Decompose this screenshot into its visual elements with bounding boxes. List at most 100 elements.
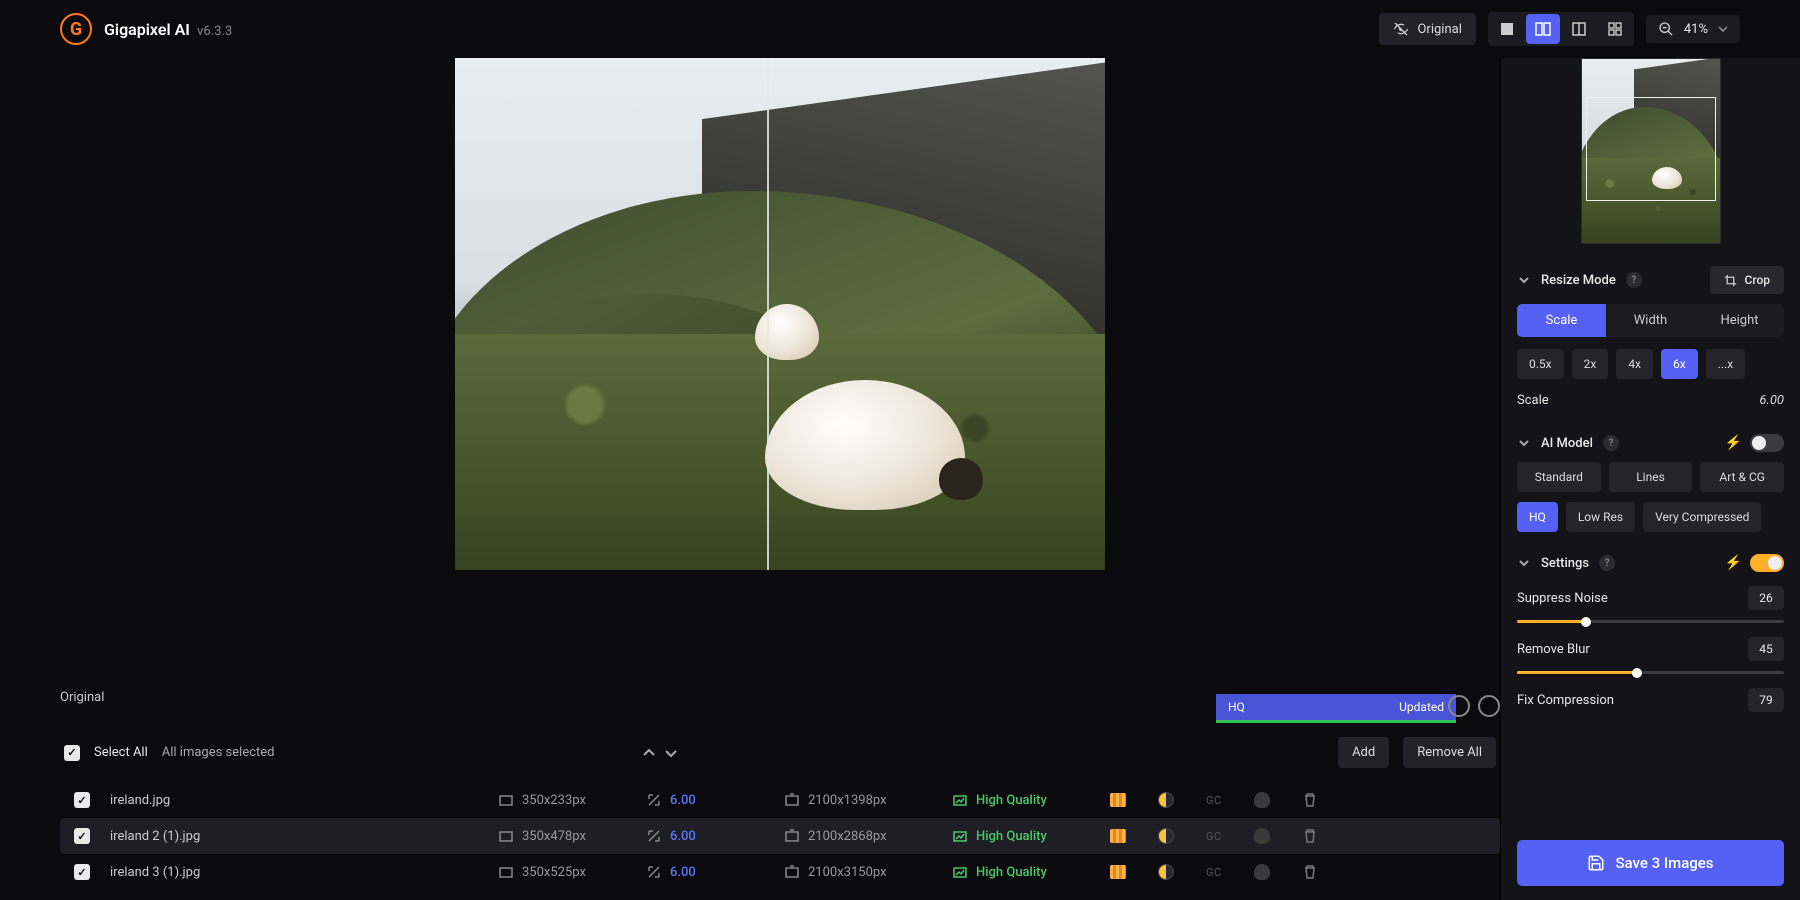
save-icon	[1587, 854, 1605, 872]
feedback-good-icon[interactable]	[1448, 695, 1470, 717]
dimensions-in-icon	[498, 864, 514, 880]
tab-height[interactable]: Height	[1695, 304, 1784, 337]
dimensions-out-icon	[784, 828, 800, 844]
ai-model-label: AI Model	[1541, 436, 1593, 451]
auto-bolt-icon: ⚡	[1725, 435, 1742, 451]
status-model-label: HQ	[1228, 700, 1245, 714]
row-checkbox[interactable]: ✓	[74, 864, 90, 880]
ai-model-section-header[interactable]: AI Model ? ⚡	[1517, 422, 1784, 462]
scale-4x[interactable]: 4x	[1616, 349, 1653, 379]
face-badge-icon	[1254, 864, 1270, 880]
row-checkbox[interactable]: ✓	[74, 792, 90, 808]
model-hq[interactable]: HQ	[1517, 502, 1558, 532]
preview-status-strip: HQ Updated	[1216, 694, 1456, 723]
resize-mode-section-header[interactable]: Resize Mode ? Crop	[1517, 254, 1784, 304]
scale-icon	[646, 828, 662, 844]
move-up-icon[interactable]	[640, 744, 658, 762]
scale-icon	[646, 864, 662, 880]
settings-section-header[interactable]: Settings ? ⚡	[1517, 542, 1784, 582]
quality-icon	[952, 864, 968, 880]
face-badge-icon	[1254, 828, 1270, 844]
scale-presets: 0.5x 2x 4x 6x ...x	[1517, 349, 1784, 379]
zoom-control[interactable]: 41%	[1646, 15, 1740, 43]
view-side-button[interactable]	[1562, 14, 1596, 44]
navigator-viewport-box[interactable]	[1586, 97, 1716, 201]
file-row[interactable]: ✓ ireland 3 (1).jpg 350x525px 6.00 2100x…	[60, 854, 1500, 890]
view-grid-button[interactable]	[1598, 14, 1632, 44]
model-very-compressed[interactable]: Very Compressed	[1643, 502, 1761, 532]
selection-status: All images selected	[162, 745, 275, 760]
scale-2x[interactable]: 2x	[1572, 349, 1609, 379]
help-icon[interactable]: ?	[1599, 555, 1615, 571]
select-all-checkbox[interactable]: ✓	[64, 745, 80, 761]
crop-icon	[1724, 274, 1737, 287]
chevron-down-icon	[1718, 24, 1728, 34]
zoom-out-icon	[1658, 21, 1674, 37]
ai-model-chips-row2: HQ Low Res Very Compressed	[1517, 502, 1784, 532]
resize-mode-tabs: Scale Width Height	[1517, 304, 1784, 337]
scale-0-5x[interactable]: 0.5x	[1517, 349, 1564, 379]
gc-label: GC	[1206, 866, 1246, 879]
model-standard[interactable]: Standard	[1517, 462, 1601, 492]
remove-blur-label: Remove Blur	[1517, 642, 1590, 657]
suppress-noise-label: Suppress Noise	[1517, 591, 1608, 606]
view-single-button[interactable]	[1490, 14, 1524, 44]
fix-compression-row: Fix Compression 79	[1517, 684, 1784, 732]
auto-bolt-icon: ⚡	[1725, 555, 1742, 571]
original-toggle-button[interactable]: Original	[1379, 13, 1475, 45]
delete-row-icon[interactable]	[1302, 864, 1318, 880]
view-split-button[interactable]	[1526, 14, 1560, 44]
resize-mode-label: Resize Mode	[1541, 273, 1616, 288]
row-checkbox[interactable]: ✓	[74, 828, 90, 844]
dimensions-out-icon	[784, 792, 800, 808]
help-icon[interactable]: ?	[1603, 435, 1619, 451]
help-icon[interactable]: ?	[1626, 272, 1642, 288]
settings-auto-toggle[interactable]	[1750, 554, 1784, 572]
quality-icon	[952, 792, 968, 808]
preview-image[interactable]	[455, 58, 1105, 570]
file-row[interactable]: ✓ ireland.jpg 350x233px 6.00 2100x1398px…	[60, 782, 1500, 818]
app-title: Gigapixel AI v6.3.3	[104, 20, 232, 39]
move-down-icon[interactable]	[662, 744, 680, 762]
remove-all-button[interactable]: Remove All	[1403, 737, 1496, 768]
compare-slider-handle[interactable]	[767, 58, 769, 570]
contrast-badge-icon	[1158, 792, 1174, 808]
app-logo-icon: G	[60, 13, 92, 45]
crop-button[interactable]: Crop	[1710, 266, 1784, 294]
suppress-noise-value[interactable]: 26	[1748, 586, 1784, 610]
remove-blur-row: Remove Blur 45	[1517, 633, 1784, 684]
navigator-thumbnail[interactable]	[1581, 58, 1721, 244]
split-vertical-icon	[1535, 21, 1551, 37]
chevron-down-icon	[1517, 436, 1531, 450]
remove-blur-value[interactable]: 45	[1748, 637, 1784, 661]
model-art-cg[interactable]: Art & CG	[1700, 462, 1784, 492]
preview-area[interactable]: Original HQ Up	[60, 58, 1500, 723]
model-lines[interactable]: Lines	[1609, 462, 1693, 492]
tab-scale[interactable]: Scale	[1517, 304, 1606, 337]
status-text: Updated	[1399, 700, 1444, 714]
scale-custom[interactable]: ...x	[1706, 349, 1745, 379]
scale-icon	[646, 792, 662, 808]
tab-width[interactable]: Width	[1606, 304, 1695, 337]
suppress-noise-slider[interactable]	[1517, 620, 1784, 623]
file-row[interactable]: ✓ ireland 2 (1).jpg 350x478px 6.00 2100x…	[60, 818, 1500, 854]
ai-model-auto-toggle[interactable]	[1750, 434, 1784, 452]
delete-row-icon[interactable]	[1302, 828, 1318, 844]
model-low-res[interactable]: Low Res	[1566, 502, 1635, 532]
save-images-button[interactable]: Save 3 Images	[1517, 840, 1784, 886]
view-mode-group	[1488, 12, 1634, 46]
scale-6x[interactable]: 6x	[1661, 349, 1698, 379]
fix-compression-value[interactable]: 79	[1748, 688, 1784, 712]
dimensions-out-icon	[784, 864, 800, 880]
fix-compression-label: Fix Compression	[1517, 693, 1614, 708]
preset-badge-icon	[1110, 829, 1126, 843]
eye-off-icon	[1393, 21, 1409, 37]
grid-icon	[1607, 21, 1623, 37]
feedback-bad-icon[interactable]	[1478, 695, 1500, 717]
scale-value: 6.00	[1759, 393, 1784, 408]
delete-row-icon[interactable]	[1302, 792, 1318, 808]
add-button[interactable]: Add	[1338, 737, 1389, 768]
remove-blur-slider[interactable]	[1517, 671, 1784, 674]
settings-panel: Resize Mode ? Crop Scale Width Height	[1500, 58, 1800, 900]
original-side-label: Original	[60, 690, 104, 705]
